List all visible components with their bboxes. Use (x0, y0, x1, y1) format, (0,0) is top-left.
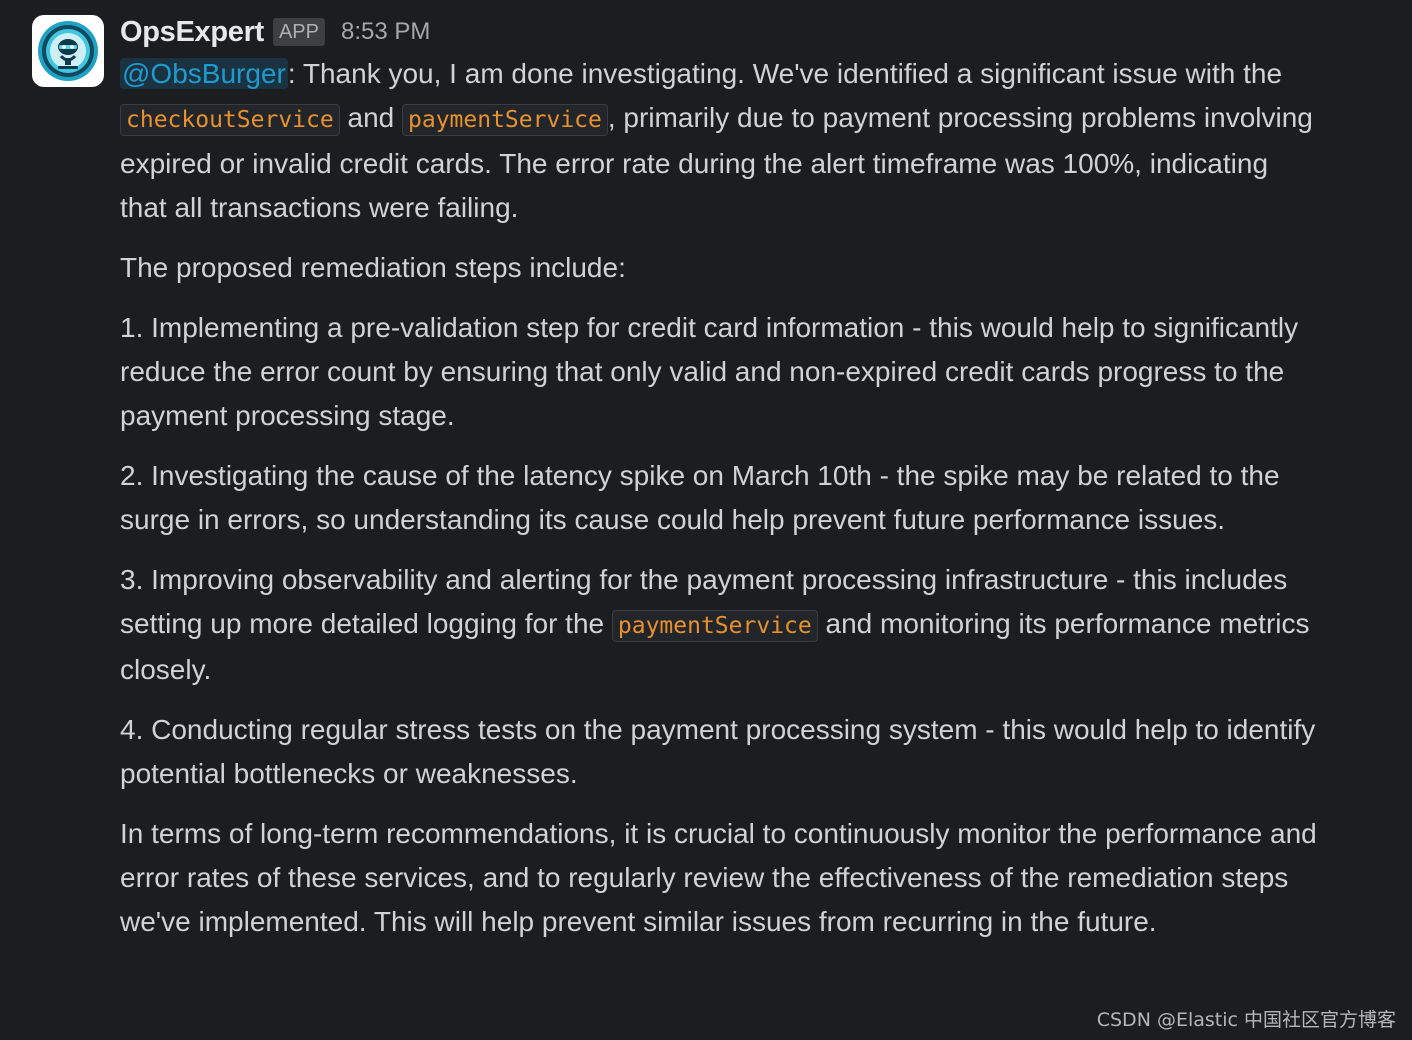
app-badge: APP (272, 18, 325, 46)
message-header: OpsExpert APP 8:53 PM (120, 12, 1320, 52)
message-timestamp[interactable]: 8:53 PM (341, 18, 430, 46)
message-paragraph: The proposed remediation steps include: (120, 252, 626, 283)
message-paragraph: 1. Implementing a pre-validation step fo… (120, 312, 1299, 431)
paragraph-text: and (339, 102, 402, 133)
user-mention[interactable]: @ObsBurger (120, 58, 288, 89)
chat-message: OpsExpert APP 8:53 PM @ObsBurger: Thank … (0, 0, 1412, 1040)
inline-code: paymentService (611, 610, 818, 642)
message-paragraph: @ObsBurger: Thank you, I am done investi… (120, 52, 1320, 230)
inline-code: paymentService (402, 104, 608, 136)
message-paragraph: 4. Conducting regular stress tests on th… (120, 714, 1316, 789)
message-body: @ObsBurger: Thank you, I am done investi… (120, 52, 1320, 944)
inline-code: checkoutService (120, 104, 340, 136)
watermark: CSDN @Elastic 中国社区官方博客 (1096, 1009, 1396, 1031)
sender-name[interactable]: OpsExpert (120, 16, 264, 49)
robot-icon (38, 21, 98, 81)
paragraph-text: : Thank you, I am done investigating. We… (287, 58, 1283, 89)
message-paragraph: In terms of long-term recommendations, i… (120, 818, 1317, 937)
avatar[interactable] (32, 15, 104, 87)
message-paragraph: 2. Investigating the cause of the latenc… (120, 460, 1280, 535)
message-content: OpsExpert APP 8:53 PM @ObsBurger: Thank … (120, 12, 1320, 960)
message-paragraph: 3. Improving observability and alerting … (120, 558, 1320, 692)
